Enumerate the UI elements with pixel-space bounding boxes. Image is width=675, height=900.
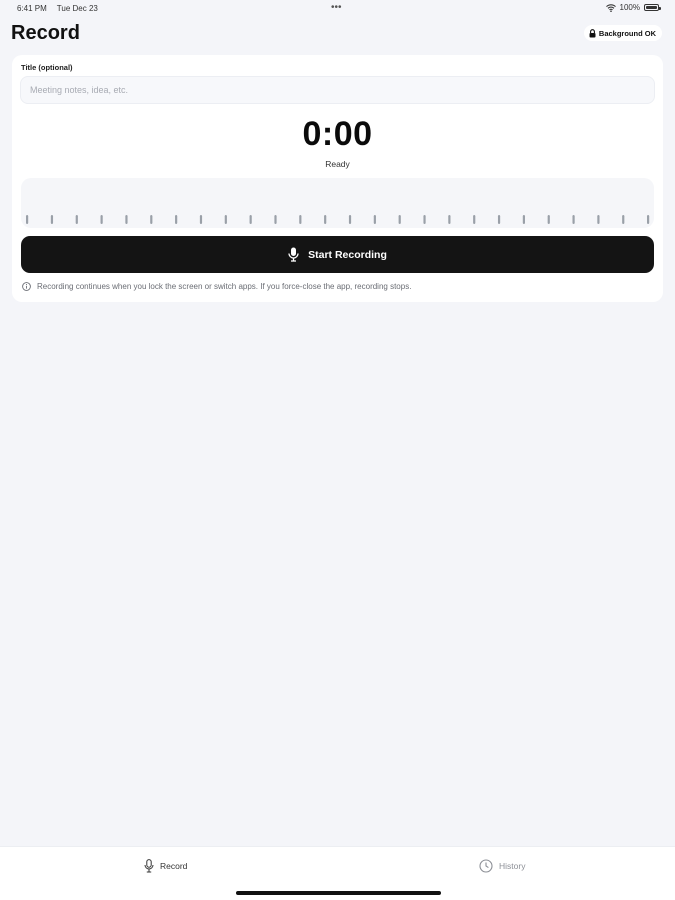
waveform-bar bbox=[348, 215, 352, 224]
waveform-bar bbox=[125, 215, 128, 224]
status-indicators: 100% bbox=[605, 3, 661, 12]
clock-icon bbox=[479, 859, 493, 873]
microphone-icon bbox=[144, 859, 154, 873]
page-title: Record bbox=[11, 22, 80, 44]
waveform-bar bbox=[249, 215, 252, 224]
waveform-bar bbox=[26, 215, 29, 224]
status-date: Tue Dec 23 bbox=[56, 4, 98, 13]
background-status-label: Background OK bbox=[598, 28, 656, 38]
waveform-bar bbox=[647, 215, 650, 224]
note-text: Recording continues when you lock the sc… bbox=[37, 282, 412, 291]
tab-history[interactable]: History bbox=[479, 859, 525, 873]
waveform-bar bbox=[547, 215, 550, 224]
waveform-bars bbox=[26, 215, 650, 224]
multitasking-dots[interactable]: ••• bbox=[331, 2, 342, 13]
waveform-bar bbox=[473, 215, 476, 224]
status-bar: 6:41 PM Tue Dec 23 ••• 100% bbox=[0, 0, 675, 16]
waveform-bar bbox=[100, 215, 103, 224]
waveform-bar bbox=[423, 215, 426, 224]
background-status-badge: Background OK bbox=[583, 25, 662, 41]
waveform-bar bbox=[373, 215, 376, 224]
battery-percent: 100% bbox=[619, 3, 640, 12]
tab-record-label: Record bbox=[160, 861, 188, 871]
waveform-visualizer bbox=[21, 178, 654, 228]
record-screen: 6:41 PM Tue Dec 23 ••• 100% Record Backg… bbox=[0, 0, 675, 900]
status-time-date: 6:41 PM Tue Dec 23 bbox=[17, 4, 98, 13]
waveform-bar bbox=[572, 215, 575, 224]
start-recording-button[interactable]: Start Recording bbox=[21, 236, 654, 273]
waveform-bar bbox=[522, 215, 525, 224]
title-field-label: Title (optional) bbox=[21, 63, 73, 72]
waveform-bar bbox=[299, 215, 302, 224]
home-indicator[interactable] bbox=[236, 891, 441, 895]
background-recording-note: Recording continues when you lock the sc… bbox=[22, 282, 411, 291]
waveform-bar bbox=[75, 215, 78, 224]
recorder-card: Title (optional) 0:00 Ready Start Record… bbox=[12, 55, 663, 302]
waveform-bar bbox=[199, 215, 203, 224]
microphone-icon bbox=[288, 247, 299, 262]
tab-history-label: History bbox=[499, 861, 526, 871]
wifi-icon bbox=[605, 3, 616, 12]
waveform-bar bbox=[175, 215, 178, 224]
title-input[interactable] bbox=[20, 76, 655, 104]
waveform-bar bbox=[150, 215, 153, 224]
waveform-bar bbox=[497, 215, 501, 224]
waveform-bar bbox=[448, 215, 451, 224]
waveform-bar bbox=[597, 215, 600, 224]
recording-status: Ready bbox=[325, 159, 350, 169]
waveform-bar bbox=[622, 215, 625, 224]
info-icon bbox=[22, 282, 31, 291]
waveform-bar bbox=[274, 215, 277, 224]
elapsed-timer: 0:00 bbox=[302, 115, 373, 153]
waveform-bar bbox=[324, 215, 327, 224]
lock-icon bbox=[589, 28, 596, 38]
status-time: 6:41 PM bbox=[17, 4, 47, 13]
waveform-bar bbox=[50, 215, 54, 224]
start-recording-label: Start Recording bbox=[308, 248, 387, 261]
battery-icon bbox=[644, 4, 661, 11]
waveform-bar bbox=[398, 215, 401, 224]
tab-record[interactable]: Record bbox=[144, 859, 187, 873]
waveform-bar bbox=[224, 215, 227, 224]
